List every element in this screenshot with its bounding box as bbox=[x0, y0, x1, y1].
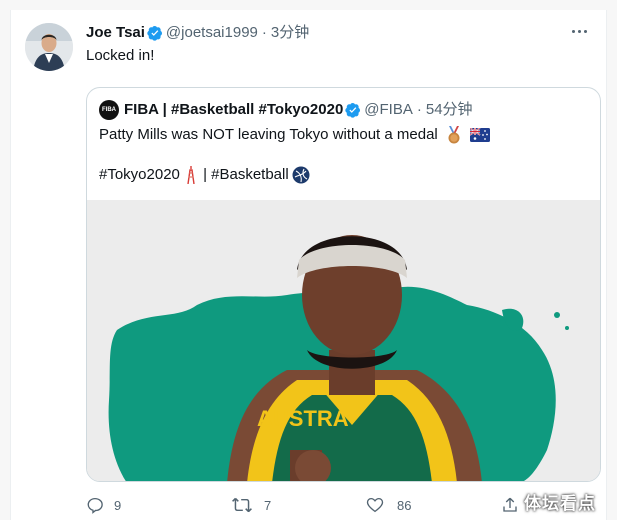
time-separator: · bbox=[261, 24, 267, 41]
quoted-tweet[interactable]: FIBA FIBA | #Basketball #Tokyo2020 @FIBA… bbox=[86, 87, 601, 482]
tweet-time[interactable]: 3分钟 bbox=[271, 23, 309, 43]
tokyo-tower-emoji bbox=[187, 166, 195, 184]
quote-author-handle[interactable]: @FIBA bbox=[364, 100, 413, 120]
like-icon bbox=[366, 497, 384, 513]
reply-icon bbox=[87, 497, 103, 514]
retweet-icon bbox=[232, 497, 252, 513]
tweet-text: Locked in! bbox=[86, 47, 155, 64]
basketball-logo-emoji bbox=[292, 166, 310, 184]
author-name[interactable]: Joe Tsai bbox=[86, 23, 145, 43]
hashtag-basketball[interactable]: #Basketball bbox=[211, 165, 289, 185]
reply-count: 9 bbox=[114, 497, 122, 513]
like-count: 86 bbox=[397, 497, 412, 513]
quote-author-name[interactable]: FIBA | #Basketball #Tokyo2020 bbox=[124, 100, 343, 120]
reply-button[interactable]: 9 bbox=[86, 496, 121, 514]
hashtag-tokyo2020[interactable]: #Tokyo2020 bbox=[99, 165, 180, 185]
share-icon bbox=[503, 497, 517, 512]
hashtag-separator: | bbox=[198, 166, 212, 183]
australia-flag-emoji bbox=[470, 128, 491, 143]
verified-badge-icon bbox=[147, 26, 162, 41]
quote-text: Patty Mills was NOT leaving Tokyo withou… bbox=[99, 126, 438, 143]
share-button[interactable] bbox=[501, 496, 519, 514]
retweet-count: 7 bbox=[264, 497, 272, 513]
quote-time-separator: · bbox=[416, 101, 422, 118]
tweet-card[interactable]: Joe Tsai @joetsai1999 · 3分钟 Locked in! F… bbox=[10, 10, 607, 520]
patty-mills-image: AUSTRA bbox=[87, 200, 600, 481]
bronze-medal-emoji bbox=[448, 126, 460, 144]
fiba-avatar[interactable]: FIBA bbox=[99, 100, 119, 120]
tweet-media-image[interactable]: AUSTRA bbox=[87, 200, 600, 481]
jersey-text: AUSTRA bbox=[257, 406, 349, 431]
like-button[interactable]: 86 bbox=[366, 496, 411, 514]
author-handle[interactable]: @joetsai1999 bbox=[166, 23, 258, 43]
avatar-photo bbox=[25, 23, 73, 71]
watermark: 体坛看点 bbox=[524, 494, 596, 514]
avatar[interactable] bbox=[25, 23, 73, 71]
quote-time[interactable]: 54分钟 bbox=[426, 100, 473, 120]
retweet-button[interactable]: 7 bbox=[231, 496, 271, 514]
verified-badge-icon bbox=[345, 103, 361, 118]
